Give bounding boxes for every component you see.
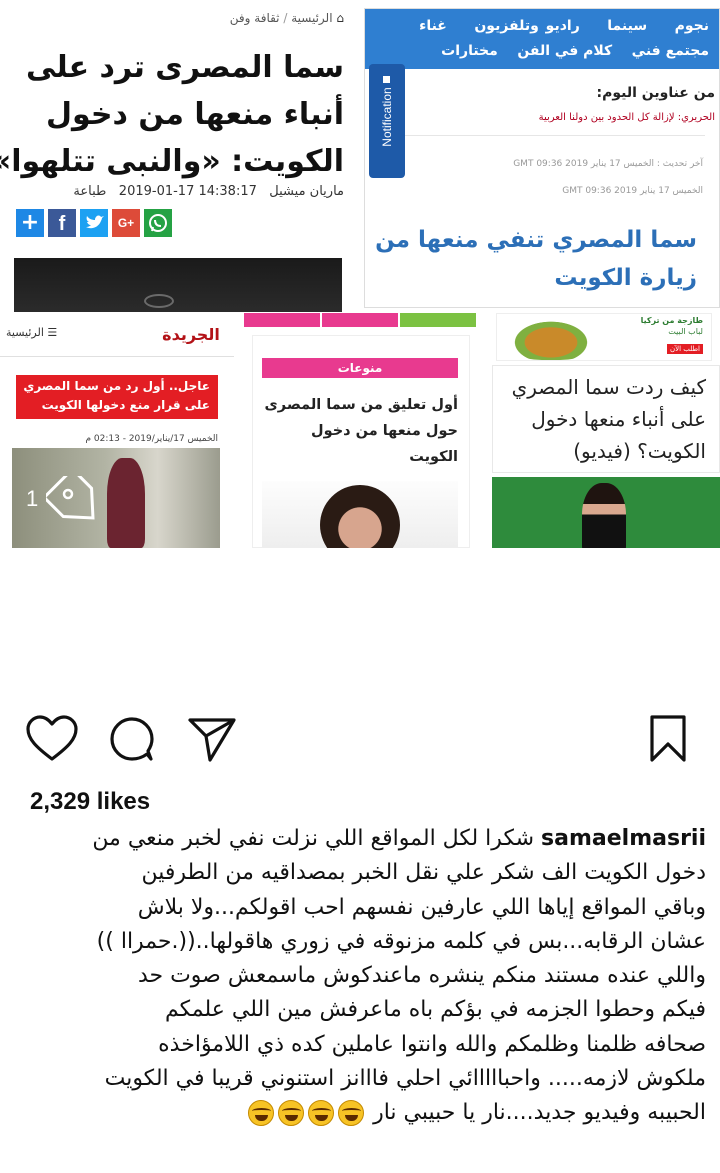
- article-card-4: منوعات أول تعليق من سما المصرى حول منعها…: [244, 313, 476, 548]
- headline-line-3: الكويت؟ (فيديو): [573, 439, 706, 463]
- article-date: الخميس 17/يناير/2019 - 02:13 م: [85, 434, 218, 444]
- home-menu[interactable]: ☰ الرئيسية: [6, 326, 57, 339]
- article-date: الخميس 17 يناير 2019 09:36 GMT: [562, 186, 703, 196]
- last-updated: آخر تحديث : الخميس 17 يناير 2019 09:36 G…: [513, 159, 703, 169]
- facebook-icon[interactable]: f: [48, 209, 76, 237]
- headline-line-2: أنباء منعها من دخول: [46, 97, 344, 132]
- caption-line-6: فيكم وحطوا الجزمه في بؤكم باه ماعرفش مين…: [164, 997, 706, 1023]
- ad-text-2: لباب البيت: [668, 327, 703, 336]
- whatsapp-icon[interactable]: [144, 209, 172, 237]
- article-meta: ماريان ميشيل 2019-01-17 14:38:17 طباعة: [73, 184, 344, 199]
- nav-row-2: مجتمع فني كلام في الفن مختارات: [441, 43, 709, 59]
- article-card-2: نجوم سينما راديو وتلفزيون غناء مجتمع فني…: [364, 8, 720, 308]
- caption-line-5: واللي عنده مستند منكم ينشره ماعندكوش ماس…: [137, 963, 706, 989]
- article-photo: 1: [12, 448, 220, 548]
- watermark-logo: [144, 294, 174, 308]
- article-card-1: ⌂ الرئيسية / ثقافة وفن سما المصرى ترد عل…: [0, 0, 360, 312]
- ad-food-image: [505, 316, 597, 360]
- save-button[interactable]: [648, 714, 688, 764]
- color-tabs: [244, 313, 476, 327]
- tag-icon: [46, 476, 95, 520]
- laughing-emoji-icon: [278, 1100, 305, 1127]
- category-label: منوعات: [337, 361, 383, 375]
- ad-text-1: طازجة من تركيا: [640, 316, 703, 325]
- likes-count[interactable]: 2,329 likes: [30, 788, 150, 816]
- share-button[interactable]: [186, 716, 238, 764]
- ad-order-button[interactable]: اطلب الآن: [666, 344, 703, 354]
- breaking-line-2: على قرار منع دخولها الكويت: [41, 398, 210, 412]
- tab-green[interactable]: [400, 313, 476, 327]
- person-figure: [107, 458, 145, 548]
- plus-share-icon[interactable]: +: [16, 209, 44, 237]
- notification-dot-icon: [383, 76, 390, 83]
- twitter-icon[interactable]: [80, 209, 108, 237]
- tab-pink-2[interactable]: [322, 313, 398, 327]
- social-share-bar: + f G+: [16, 209, 172, 237]
- site-nav-bar: نجوم سينما راديو وتلفزيون غناء مجتمع فني…: [365, 9, 719, 69]
- category-badge: منوعات: [262, 358, 458, 378]
- laughing-emoji-icon: [338, 1100, 365, 1127]
- divider: [405, 135, 705, 136]
- heart-icon: [26, 715, 78, 761]
- headline-line-3: الكويت: «والنبى تتلهوا»: [0, 144, 344, 179]
- breaking-banner: عاجل.. أول رد من سما المصري على قرار منع…: [16, 375, 218, 419]
- article-image-dark: [14, 258, 342, 312]
- caption-username[interactable]: samaelmasrii: [541, 826, 706, 851]
- today-headlines-label: من عناوين اليوم:: [596, 85, 715, 101]
- image-tag-badge[interactable]: 1: [12, 472, 104, 530]
- photo-count: 1: [26, 486, 39, 511]
- caption-line-3: وباقي المواقع إياها اللي عارفين نفسهم اح…: [137, 894, 706, 920]
- headline-line-3: الكويت: [409, 449, 458, 465]
- home-icon: ⌂: [336, 11, 344, 25]
- headline-line-1: أول تعليق من سما المصرى: [264, 397, 458, 413]
- caption-line-7: صحافه ظلمنا وظلمكم والله وانتوا عاملين ك…: [158, 1031, 706, 1057]
- comment-button[interactable]: [107, 714, 157, 764]
- breaking-line-1: عاجل.. أول رد من سما المصري: [23, 379, 210, 393]
- bookmark-icon: [650, 715, 686, 762]
- notification-tab[interactable]: Notification: [369, 64, 405, 178]
- headline-line-1: كيف ردت سما المصري: [511, 375, 706, 399]
- article-photo: [262, 481, 458, 548]
- caption-line-8: ملكوش لازمه..... واحبااااائي احلي فااانز…: [104, 1066, 706, 1092]
- person-figure: [582, 483, 626, 548]
- nav-row-1: نجوم سينما راديو وتلفزيون غناء: [419, 18, 709, 34]
- ad-banner[interactable]: طازجة من تركيا لباب البيت اطلب الآن: [496, 313, 712, 361]
- person-figure: [320, 485, 400, 548]
- article-card-5: طازجة من تركيا لباب البيت اطلب الآن كيف …: [492, 313, 720, 548]
- caption-line-9: الحبيبه وفيديو جديد....نار يا حبيبي نار: [14, 1096, 706, 1130]
- site-header: الجريدة ☰ الرئيسية: [0, 313, 234, 357]
- post-image-collage[interactable]: ⌂ الرئيسية / ثقافة وفن سما المصرى ترد عل…: [0, 0, 720, 560]
- send-icon: [188, 718, 236, 762]
- article-card-3: الجريدة ☰ الرئيسية عاجل.. أول رد من سما …: [0, 313, 234, 548]
- breadcrumb: ⌂ الرئيسية / ثقافة وفن: [229, 11, 344, 25]
- like-button[interactable]: [24, 714, 80, 764]
- tab-pink[interactable]: [244, 313, 320, 327]
- google-plus-icon[interactable]: G+: [112, 209, 140, 237]
- caption-line-4: عشان الرقابه...بس في كلمه مزنوقه في زوري…: [96, 928, 706, 954]
- headline-line-1: سما المصري تنفي منعها من: [375, 227, 697, 253]
- site-logo: الجريدة: [162, 325, 220, 344]
- news-ticker[interactable]: الحريري: لإزالة كل الحدود بين دولنا العر…: [539, 112, 715, 123]
- laughing-emoji-icon: [308, 1100, 335, 1127]
- headline-line-1: سما المصرى ترد على: [25, 50, 344, 85]
- post-caption: samaelmasrii شكرا لكل المواقع اللي نزلت …: [14, 822, 706, 1131]
- laughing-emoji-icon: [248, 1100, 275, 1127]
- headline-line-2: حول منعها من دخول: [311, 423, 458, 439]
- video-thumbnail[interactable]: [492, 477, 720, 548]
- instagram-post: ⌂ الرئيسية / ثقافة وفن سما المصرى ترد عل…: [0, 0, 720, 1173]
- comment-icon: [110, 717, 154, 761]
- caption-line-2: دخول الكويت الف شكر علي نقل الخبر بمصداق…: [141, 860, 706, 886]
- menu-icon: ☰: [47, 326, 58, 339]
- headline-line-2: زيارة الكويت: [554, 265, 697, 291]
- caption-line-1: samaelmasrii شكرا لكل المواقع اللي نزلت …: [92, 826, 706, 851]
- headline-line-2: على أنباء منعها دخول: [531, 407, 706, 431]
